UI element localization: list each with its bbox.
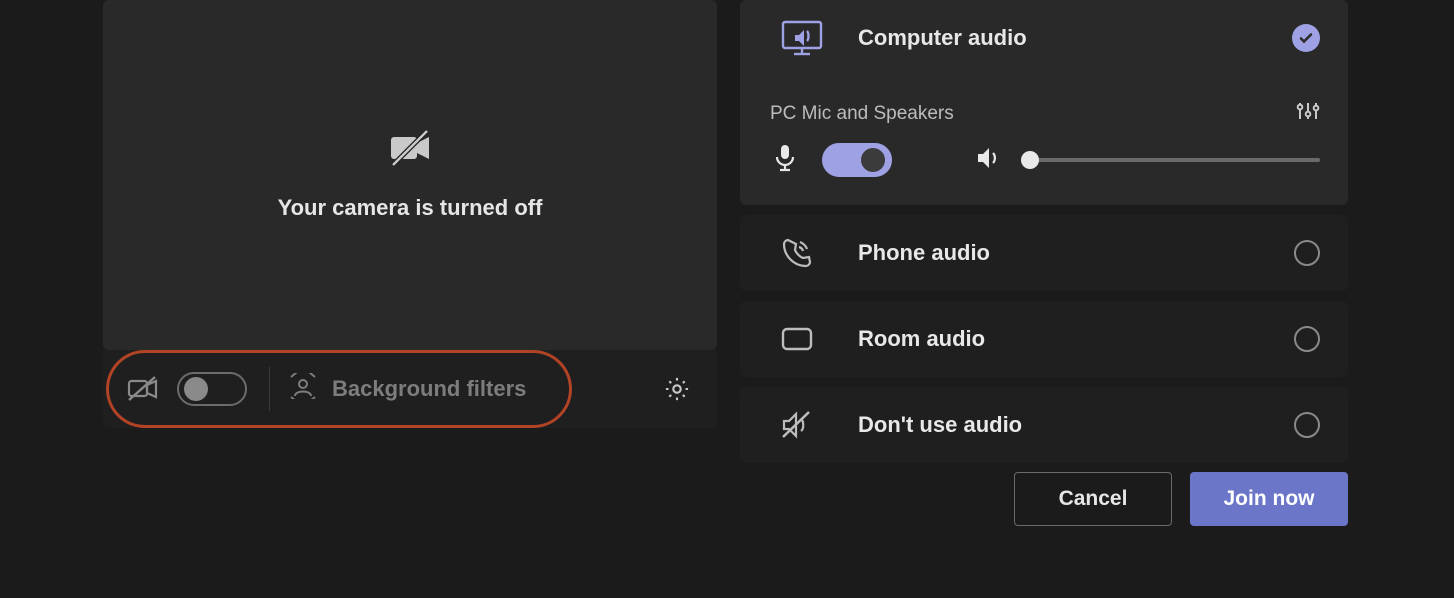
background-filters-icon xyxy=(290,373,316,405)
volume-slider-thumb[interactable] xyxy=(1021,151,1039,169)
background-filters-button[interactable]: Background filters xyxy=(290,373,526,405)
selected-check-icon xyxy=(1292,24,1320,52)
camera-preview-panel: Your camera is turned off xyxy=(103,0,717,350)
volume-slider[interactable] xyxy=(1024,158,1320,162)
microphone-icon xyxy=(774,144,796,177)
radio-unselected-icon xyxy=(1294,412,1320,438)
audio-device-row: PC Mic and Speakers xyxy=(740,76,1348,127)
audio-option-none[interactable]: Don't use audio xyxy=(740,387,1348,463)
footer-actions: Cancel Join now xyxy=(1014,472,1348,526)
toolbar-divider xyxy=(269,367,270,411)
toggle-knob xyxy=(184,377,208,401)
audio-option-label: Phone audio xyxy=(858,240,1294,266)
computer-audio-card: Computer audio PC Mic and Speakers xyxy=(740,0,1348,205)
audio-device-name: PC Mic and Speakers xyxy=(770,103,1280,125)
audio-option-computer[interactable]: Computer audio xyxy=(740,0,1348,76)
camera-toolbar: Background filters xyxy=(103,350,717,428)
radio-unselected-icon xyxy=(1294,240,1320,266)
cancel-button[interactable]: Cancel xyxy=(1014,472,1172,526)
audio-option-phone[interactable]: Phone audio xyxy=(740,215,1348,291)
camera-off-small-icon xyxy=(113,376,173,402)
room-audio-icon xyxy=(780,326,858,352)
audio-device-settings-button[interactable] xyxy=(1296,100,1320,127)
camera-status-text: Your camera is turned off xyxy=(278,195,543,221)
speaker-icon xyxy=(976,146,1002,175)
camera-off-icon xyxy=(387,129,433,169)
audio-option-label: Computer audio xyxy=(858,25,1292,51)
computer-audio-icon xyxy=(780,18,858,58)
radio-unselected-icon xyxy=(1294,326,1320,352)
phone-audio-icon xyxy=(780,236,858,270)
join-now-button[interactable]: Join now xyxy=(1190,472,1348,526)
no-audio-icon xyxy=(780,411,858,439)
device-settings-button[interactable] xyxy=(663,375,691,403)
toggle-knob xyxy=(861,148,885,172)
audio-controls-row xyxy=(740,127,1348,205)
microphone-toggle[interactable] xyxy=(822,143,892,177)
background-filters-label: Background filters xyxy=(332,376,526,402)
audio-option-label: Don't use audio xyxy=(858,412,1294,438)
camera-toggle[interactable] xyxy=(177,372,247,406)
audio-option-room[interactable]: Room audio xyxy=(740,301,1348,377)
audio-options-panel: Computer audio PC Mic and Speakers xyxy=(740,0,1348,463)
audio-option-label: Room audio xyxy=(858,326,1294,352)
